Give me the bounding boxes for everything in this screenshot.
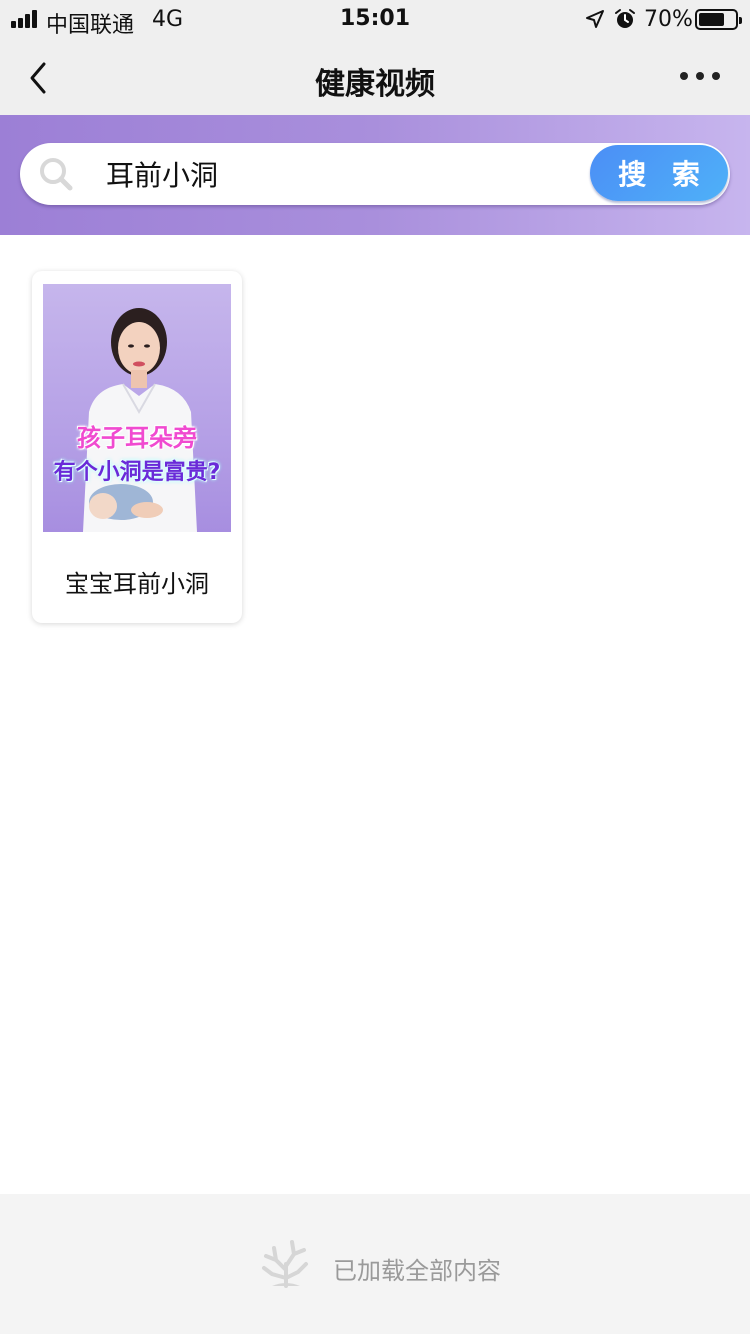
nav-bar: 健康视频 — [0, 40, 750, 115]
load-complete-text: 已加载全部内容 — [333, 1257, 501, 1285]
search-box: 搜 索 — [20, 143, 730, 205]
search-input[interactable] — [106, 155, 576, 193]
coral-icon — [262, 1240, 308, 1288]
battery-icon — [695, 9, 742, 30]
thumbnail-illustration — [83, 308, 197, 532]
search-icon — [40, 158, 73, 191]
status-time: 15:01 — [339, 6, 411, 31]
page-title: 健康视频 — [315, 67, 435, 102]
more-dots-icon[interactable] — [672, 68, 728, 88]
thumbnail-caption-line2: 有个小洞是富贵? — [53, 460, 221, 485]
search-band: 搜 索 — [0, 115, 750, 235]
video-thumbnail[interactable]: 孩子耳朵旁 有个小洞是富贵? — [43, 284, 231, 532]
status-bar: 中国联通 4G 15:01 70% — [0, 0, 750, 40]
search-button[interactable]: 搜 索 — [590, 145, 728, 201]
battery-percent: 70% — [644, 7, 693, 32]
video-title: 宝宝耳前小洞 — [65, 570, 209, 598]
alarm-icon — [615, 9, 635, 28]
thumbnail-caption-line1: 孩子耳朵旁 — [77, 424, 197, 452]
location-icon — [586, 10, 604, 28]
battery-cap — [739, 17, 742, 24]
load-complete-footer: 已加载全部内容 — [0, 1194, 750, 1334]
battery-fill — [699, 13, 724, 26]
video-card[interactable]: 孩子耳朵旁 有个小洞是富贵? 宝宝耳前小洞 — [32, 271, 242, 623]
